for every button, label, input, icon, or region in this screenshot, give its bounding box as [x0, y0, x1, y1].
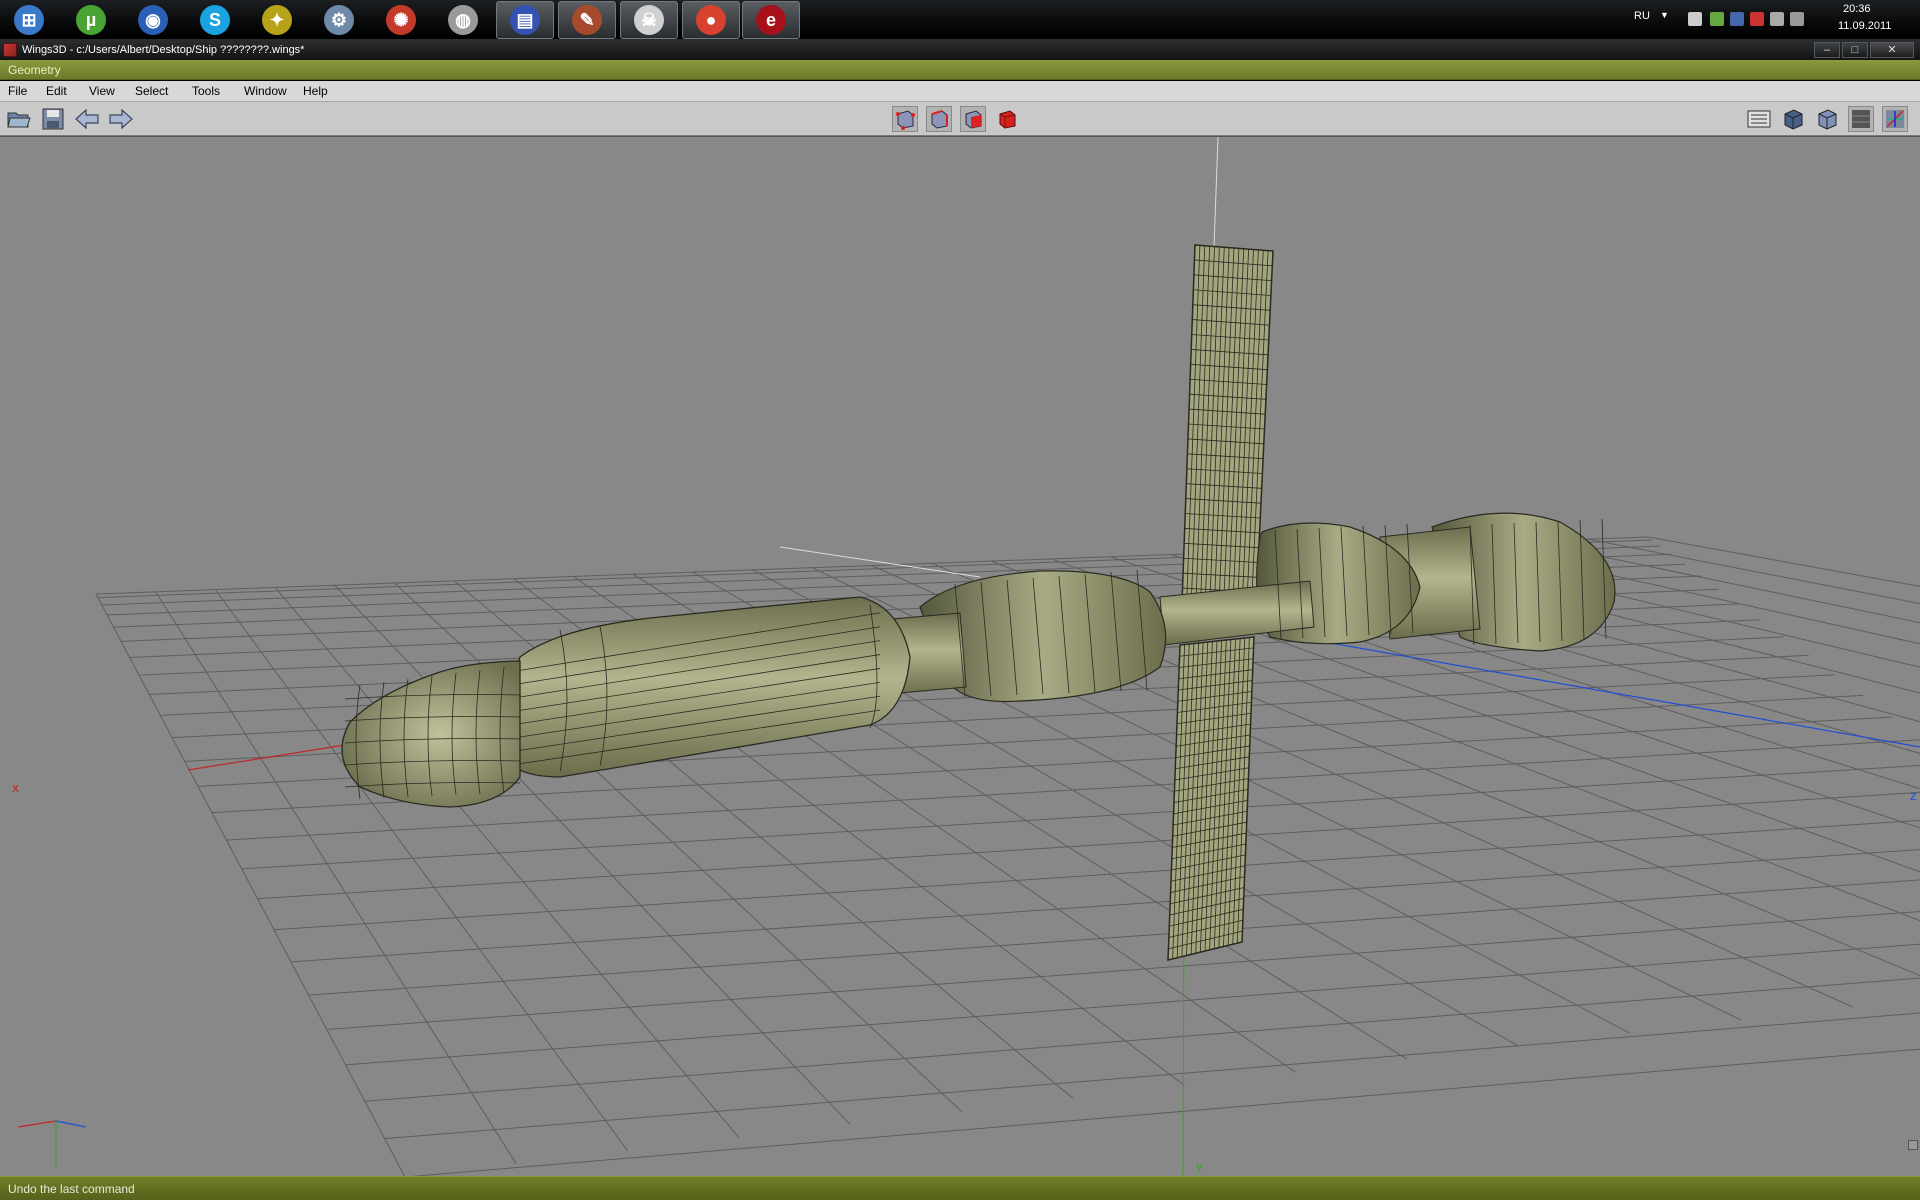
menu-tools[interactable]: Tools [192, 84, 220, 98]
skype-icon: S [200, 5, 230, 35]
x-axis-line [187, 744, 346, 771]
x-axis-label: x [12, 781, 20, 795]
speaker-icon: ◍ [448, 5, 478, 35]
minimize-button[interactable]: – [1814, 42, 1840, 58]
taskbar-start-button[interactable]: ⊞ [0, 1, 58, 39]
edge-mode-icon[interactable] [926, 106, 952, 132]
utorrent-icon: µ [76, 5, 106, 35]
tray-network-icon[interactable] [1710, 12, 1724, 26]
tray-battery-icon[interactable] [1688, 12, 1702, 26]
taskbar-app-brush-button[interactable]: ✎ [558, 1, 616, 39]
chrome-icon: ● [696, 5, 726, 35]
erlang-icon: e [756, 5, 786, 35]
menu-bar: File Edit View Select Tools Window Help [0, 81, 1920, 102]
menu-select[interactable]: Select [135, 84, 168, 98]
tray-update-icon[interactable] [1730, 12, 1744, 26]
taskbar-skype-button[interactable]: S [186, 1, 244, 39]
taskbar-erlang-button[interactable]: e [742, 1, 800, 39]
taskbar-app-red-button[interactable]: ✺ [372, 1, 430, 39]
axes-icon[interactable] [1882, 106, 1908, 132]
menu-view[interactable]: View [89, 84, 115, 98]
menu-help[interactable]: Help [303, 84, 328, 98]
wireframe-icon[interactable] [1848, 106, 1874, 132]
x-axis-far-line [779, 546, 981, 578]
axis-gizmo [17, 1120, 87, 1167]
google-earth-icon: ◉ [138, 5, 168, 35]
face-mode-icon[interactable] [960, 106, 986, 132]
windows-orb-icon: ⊞ [14, 5, 44, 35]
3d-viewport[interactable]: x y z [0, 136, 1920, 1176]
taskbar-utorrent-button[interactable]: µ [62, 1, 120, 39]
system-tray: RU ▼ 20:36 11.09.2011 [1620, 0, 1920, 40]
tray-monitor-icon[interactable] [1770, 12, 1784, 26]
skull-icon: ☠ [634, 5, 664, 35]
scene-canvas[interactable] [0, 137, 1920, 1176]
taskbar-floppy-button[interactable]: ▤ [496, 1, 554, 39]
floppy-disk-icon: ▤ [510, 5, 540, 35]
z-axis-label: z [1910, 789, 1917, 803]
clock-time[interactable]: 20:36 [1843, 3, 1871, 15]
menu-window[interactable]: Window [244, 84, 287, 98]
solar-panel-lower[interactable] [1167, 636, 1255, 961]
smooth-shading-icon[interactable] [1780, 106, 1806, 132]
taskbar-speaker-button[interactable]: ◍ [434, 1, 492, 39]
taskbar-app-skull-button[interactable]: ☠ [620, 1, 678, 39]
vertex-mode-icon[interactable] [892, 106, 918, 132]
yellow-robot-icon: ✦ [262, 5, 292, 35]
body-mode-icon[interactable] [994, 106, 1020, 132]
windows-taskbar: ⊞ µ ◉ S ✦ ⚙ ✺ ◍ ▤ ✎ ☠ ● e RU ▼ 20:36 11.09.2011 [0, 0, 1920, 40]
window-title: Wings3D - c:/Users/Albert/Desktop/Ship ?… [22, 44, 305, 56]
open-icon[interactable] [6, 106, 32, 132]
save-icon[interactable] [40, 106, 66, 132]
clock-date[interactable]: 11.09.2011 [1838, 20, 1891, 32]
tools-icon: ⚙ [324, 5, 354, 35]
menu-edit[interactable]: Edit [46, 84, 67, 98]
undo-icon[interactable] [74, 106, 100, 132]
taskbar-app-tools-button[interactable]: ⚙ [310, 1, 368, 39]
menu-file[interactable]: File [8, 84, 27, 98]
redo-icon[interactable] [108, 106, 134, 132]
tray-volume-icon[interactable] [1790, 12, 1804, 26]
z-axis-line [1239, 626, 1920, 748]
close-button[interactable]: ✕ [1870, 42, 1914, 58]
maximize-button[interactable]: □ [1842, 42, 1868, 58]
status-bar: Undo the last command [0, 1176, 1920, 1200]
ortho-icon[interactable] [1814, 106, 1840, 132]
y-axis-up-line [1213, 137, 1219, 248]
tray-chevron-icon[interactable]: ▼ [1660, 10, 1669, 20]
tray-flag-icon[interactable] [1750, 12, 1764, 26]
red-swirl-icon: ✺ [386, 5, 416, 35]
brush-icon: ✎ [572, 5, 602, 35]
language-indicator[interactable]: RU [1634, 10, 1650, 22]
geometry-window-header[interactable]: Geometry [0, 60, 1920, 80]
taskbar-google-earth-button[interactable]: ◉ [124, 1, 182, 39]
groundplane-icon[interactable] [1746, 106, 1772, 132]
window-titlebar[interactable]: Wings3D - c:/Users/Albert/Desktop/Ship ?… [0, 40, 1920, 60]
wings3d-app-icon[interactable] [3, 43, 17, 57]
icon-toolbar [0, 102, 1920, 136]
y-axis-label: y [1196, 1159, 1204, 1173]
taskbar-chrome-button[interactable]: ● [682, 1, 740, 39]
taskbar-app-yellow-button[interactable]: ✦ [248, 1, 306, 39]
resize-grip[interactable] [1908, 1140, 1918, 1150]
